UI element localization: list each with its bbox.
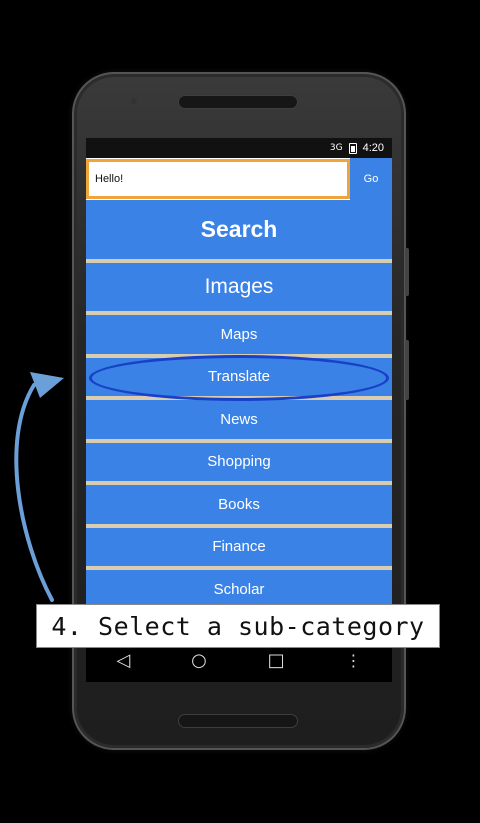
search-input[interactable] [86,159,350,199]
menu-item-maps[interactable]: Maps [86,315,392,358]
menu-item-books[interactable]: Books [86,485,392,528]
menu-item-images[interactable]: Images [86,263,392,315]
category-menu: Search Images Maps Translate News Shoppi… [86,200,392,613]
phone-screen: 3G 4:20 Go Search Images Maps Translate … [86,138,392,682]
volume-button [405,340,409,400]
menu-item-news[interactable]: News [86,400,392,443]
go-button[interactable]: Go [350,158,392,200]
status-time: 4:20 [362,142,384,154]
menu-item-search[interactable]: Search [86,200,392,263]
translate-highlight-ring [89,355,389,401]
home-circle-icon[interactable]: ○ [191,650,207,671]
menu-item-shopping[interactable]: Shopping [86,442,392,485]
top-speaker [178,95,298,109]
bottom-speaker [178,714,298,728]
signal-icon: 3G [329,143,343,153]
overflow-dots-icon[interactable]: ⋮ [346,651,362,670]
step-caption: 4. Select a sub-category [36,604,440,648]
battery-icon [348,142,357,154]
power-button [405,248,409,296]
status-bar: 3G 4:20 [86,138,392,158]
search-row: Go [86,158,392,200]
back-triangle-icon[interactable]: ◁ [116,650,130,671]
front-camera-icon [131,98,137,104]
menu-item-finance[interactable]: Finance [86,527,392,570]
recents-square-icon[interactable]: □ [268,650,285,671]
